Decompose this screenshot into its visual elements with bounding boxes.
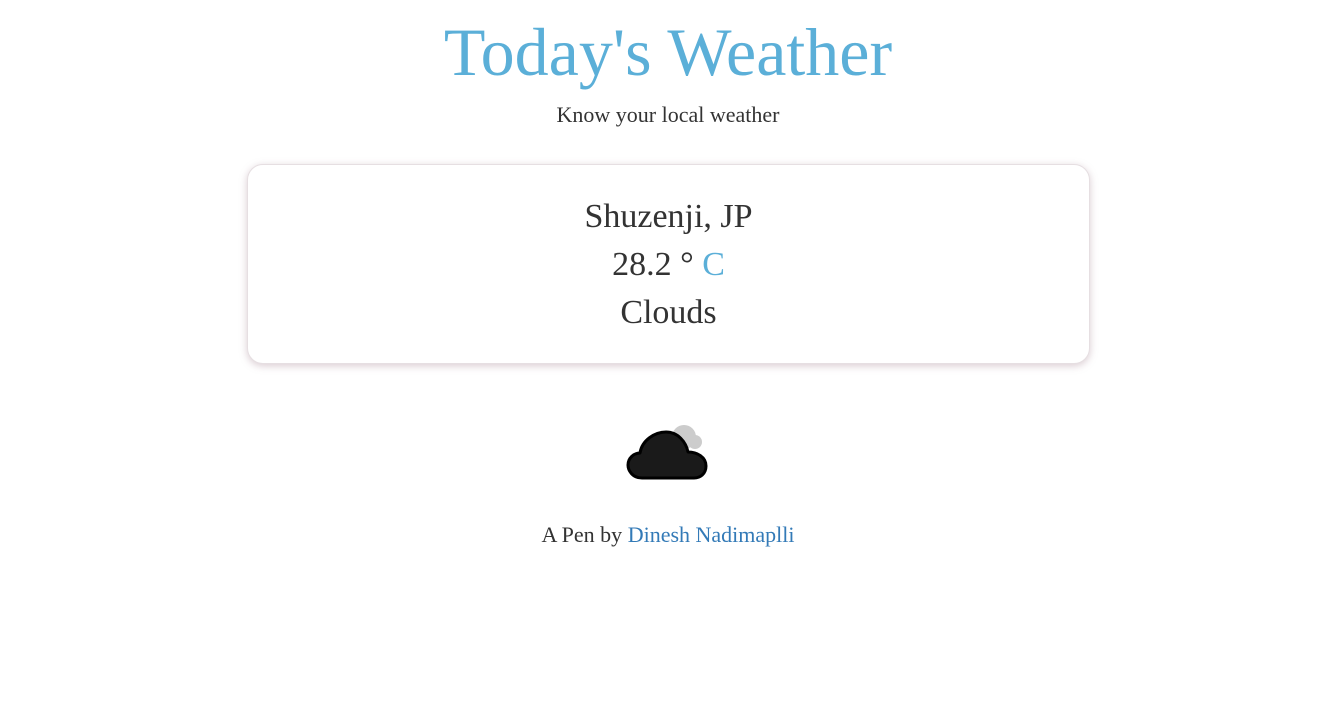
footer-credit: A Pen by Dinesh Nadimaplli — [0, 521, 1336, 549]
location-label: Shuzenji, JP — [584, 198, 753, 235]
weather-page: Today's Weather Know your local weather … — [0, 0, 1336, 718]
page-subtitle: Know your local weather — [556, 102, 780, 127]
degree-symbol: ° — [680, 246, 694, 283]
condition-label: Clouds — [620, 294, 717, 331]
unit-toggle[interactable]: C — [702, 246, 725, 283]
cloudy-icon — [622, 420, 714, 486]
temperature-readout: 28.2 ° C — [248, 245, 1089, 285]
page-title: Today's Weather — [443, 14, 893, 90]
weather-card: Shuzenji, JP 28.2 ° C Clouds — [247, 164, 1090, 364]
temperature-value: 28.2 — [612, 246, 672, 283]
author-link[interactable]: Dinesh Nadimaplli — [628, 522, 795, 547]
footer-prefix: A Pen by — [541, 522, 623, 547]
